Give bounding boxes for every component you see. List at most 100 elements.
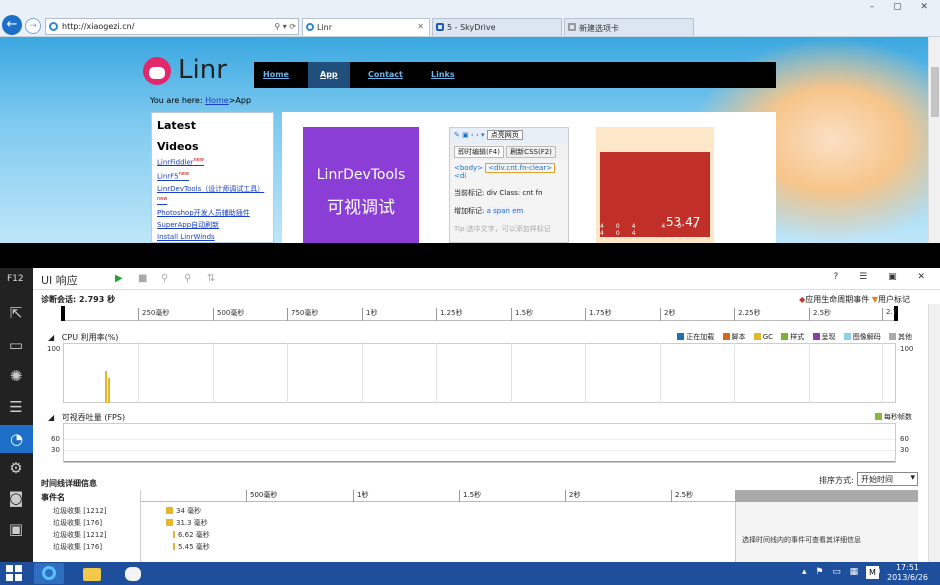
devtools-scrollbar[interactable] <box>928 304 940 562</box>
devtools-window-icons[interactable]: ? ☰ ▣ ✕ <box>834 272 934 282</box>
tab-label: Linr <box>317 23 333 32</box>
cpu-legend: 正在加载 脚本 GC 样式 呈现 图像解码 其他 <box>671 332 912 342</box>
event-bar[interactable] <box>173 543 175 550</box>
event-row-name[interactable]: 垃圾收集 [176] <box>53 542 102 552</box>
cloud-icon <box>436 23 444 31</box>
forward-button[interactable]: → <box>25 18 41 34</box>
details-tick: 2.5秒 <box>671 490 693 502</box>
range-handle-left[interactable] <box>61 306 65 321</box>
fps-line <box>64 461 895 462</box>
console-icon[interactable]: ▭ <box>5 334 27 356</box>
ruler-tick: 2.25秒 <box>734 308 761 321</box>
detail-hint: 选择时间线内的事件可查看其详细信息 <box>742 536 861 544</box>
sidebar-link[interactable]: LinrDevTools（设计师调试工具）new <box>157 184 273 206</box>
address-text: http://xiaogezi.cn/ <box>62 22 135 31</box>
memory-icon[interactable]: ◙ <box>5 487 27 509</box>
play-icon[interactable]: ▶ <box>115 273 123 284</box>
panel-title: UI 响应 <box>41 274 78 287</box>
paint-taskbar-icon[interactable] <box>118 563 148 584</box>
sidebar: Latest Videos LinrFiddlernew LinrF5new L… <box>151 112 274 243</box>
zoom-in-icon[interactable]: ⚲ <box>161 273 168 284</box>
stop-icon[interactable]: ■ <box>138 273 147 284</box>
web-page: Linr Home App Contact Links You are here… <box>0 37 928 243</box>
explorer-taskbar-icon[interactable] <box>77 563 107 584</box>
sidebar-link[interactable]: LinrFiddlernew <box>157 155 273 167</box>
sidebar-link[interactable]: Photoshop开发人员辅助插件 <box>157 208 273 218</box>
marker-legend: ◆应用生命周期事件 ▼用户标记 <box>799 295 910 304</box>
cpu-graph[interactable] <box>63 343 896 403</box>
tab-skydrive[interactable]: 5 - SkyDrive <box>432 18 562 36</box>
search-refresh-icons[interactable]: ⚲ ▾ ⟳ <box>274 22 296 31</box>
sidebar-link[interactable]: Install LinrWinds <box>157 232 273 242</box>
ruler-tick: 2.7 <box>882 308 897 321</box>
address-bar[interactable]: http://xiaogezi.cn/ ⚲ ▾ ⟳ <box>45 18 299 35</box>
back-button[interactable]: ← <box>2 15 22 35</box>
details-tick: 1秒 <box>353 490 368 502</box>
ruler-tick: 1.25秒 <box>436 308 463 321</box>
timeline-details-title: 时间线详细信息 <box>41 479 97 488</box>
sidebar-link[interactable]: SuperApp自动刷新 <box>157 220 273 230</box>
newtab-icon <box>568 23 576 31</box>
network-icon[interactable]: ☰ <box>5 396 27 418</box>
ie-icon <box>306 23 314 31</box>
nav-home[interactable]: Home <box>263 70 289 79</box>
details-tick: 2秒 <box>565 490 580 502</box>
emulation-icon[interactable]: ▣ <box>5 518 27 540</box>
ui-responsiveness-icon[interactable]: ◔ <box>0 425 33 453</box>
event-row-name[interactable]: 垃圾收集 [1212] <box>53 506 107 516</box>
devtools-promo[interactable]: LinrDevTools 可视调试 <box>303 127 419 243</box>
devtools-screenshot: ✎ ▣ ‹ › ▾ 点亮网页 即时编辑(F4) 刷新CSS(F2) <body>… <box>449 127 569 243</box>
page-bottom-band <box>0 243 940 268</box>
nav-app[interactable]: App <box>308 62 350 88</box>
sidebar-heading-latest: Latest <box>157 119 196 132</box>
tab-new[interactable]: 新建选项卡 <box>564 18 694 36</box>
dom-explorer-icon[interactable]: ⇱ <box>5 302 27 324</box>
event-name-header[interactable]: 事件名 <box>41 492 65 503</box>
ime-indicator[interactable]: M <box>866 566 879 579</box>
breadcrumb: You are here: Home>App <box>150 96 252 105</box>
ie-taskbar-icon[interactable] <box>34 563 64 584</box>
sidebar-heading-videos: Videos <box>157 140 199 153</box>
breadcrumb-home-link[interactable]: Home <box>205 96 229 105</box>
event-row-name[interactable]: 垃圾收集 [176] <box>53 518 102 528</box>
mascot-logo-icon <box>143 57 171 85</box>
tab-label: 新建选项卡 <box>579 24 619 33</box>
event-duration: 34 毫秒 <box>176 507 202 515</box>
devtools-panel: UI 响应 ▶ ■ ⚲ ⚲ ⇅ ? ☰ ▣ ✕ 诊断会话: 2.793 秒 ◆应… <box>33 268 940 562</box>
ruler-tick: 500毫秒 <box>213 308 244 321</box>
fps-legend: 每秒帧数 <box>869 412 912 422</box>
details-ruler-outside-range <box>735 490 918 502</box>
cpu-section-header[interactable]: ◢ CPU 利用率(%) <box>48 332 118 343</box>
cpu-gc-spike <box>105 371 107 403</box>
tab-linr[interactable]: Linr ✕ <box>302 18 430 36</box>
window-controls[interactable]: – ▢ ✕ <box>870 2 936 12</box>
ruler-tick: 750毫秒 <box>287 308 318 321</box>
zoom-out-icon[interactable]: ⚲ <box>184 273 191 284</box>
filter-icon[interactable]: ⇅ <box>207 273 215 284</box>
event-row-name[interactable]: 垃圾收集 [1212] <box>53 530 107 540</box>
f12-label: F12 <box>7 274 24 284</box>
nav-contact[interactable]: Contact <box>368 70 403 79</box>
tab-label: 5 - SkyDrive <box>447 23 496 32</box>
nav-links[interactable]: Links <box>431 70 455 79</box>
timeline-ruler[interactable] <box>63 306 896 321</box>
details-tick: 1.5秒 <box>459 490 481 502</box>
fps-section-header[interactable]: ◢ 可视吞吐量 (FPS) <box>48 412 125 423</box>
page-scrollbar[interactable] <box>928 37 940 243</box>
site-logo[interactable]: Linr <box>178 55 227 85</box>
clock[interactable]: 17:51 2013/6/26 <box>880 563 935 583</box>
debugger-icon[interactable]: ✺ <box>5 365 27 387</box>
profiler-icon[interactable]: ⚙ <box>5 457 27 479</box>
sort-select[interactable]: 开始时间 <box>857 472 918 486</box>
event-bar[interactable] <box>173 531 175 538</box>
fps-graph[interactable] <box>63 423 896 463</box>
sidebar-link[interactable]: LinrF5new <box>157 169 273 181</box>
event-bar[interactable] <box>166 507 173 514</box>
site-navbar: Home App Contact Links <box>254 62 776 88</box>
event-bar[interactable] <box>166 519 173 526</box>
cpu-y-max: 100 <box>47 345 61 353</box>
fps-y30: 30 <box>51 446 60 454</box>
windows-start-icon[interactable] <box>6 565 24 581</box>
session-duration: 诊断会话: 2.793 秒 <box>41 295 116 304</box>
close-icon[interactable]: ✕ <box>417 22 424 31</box>
